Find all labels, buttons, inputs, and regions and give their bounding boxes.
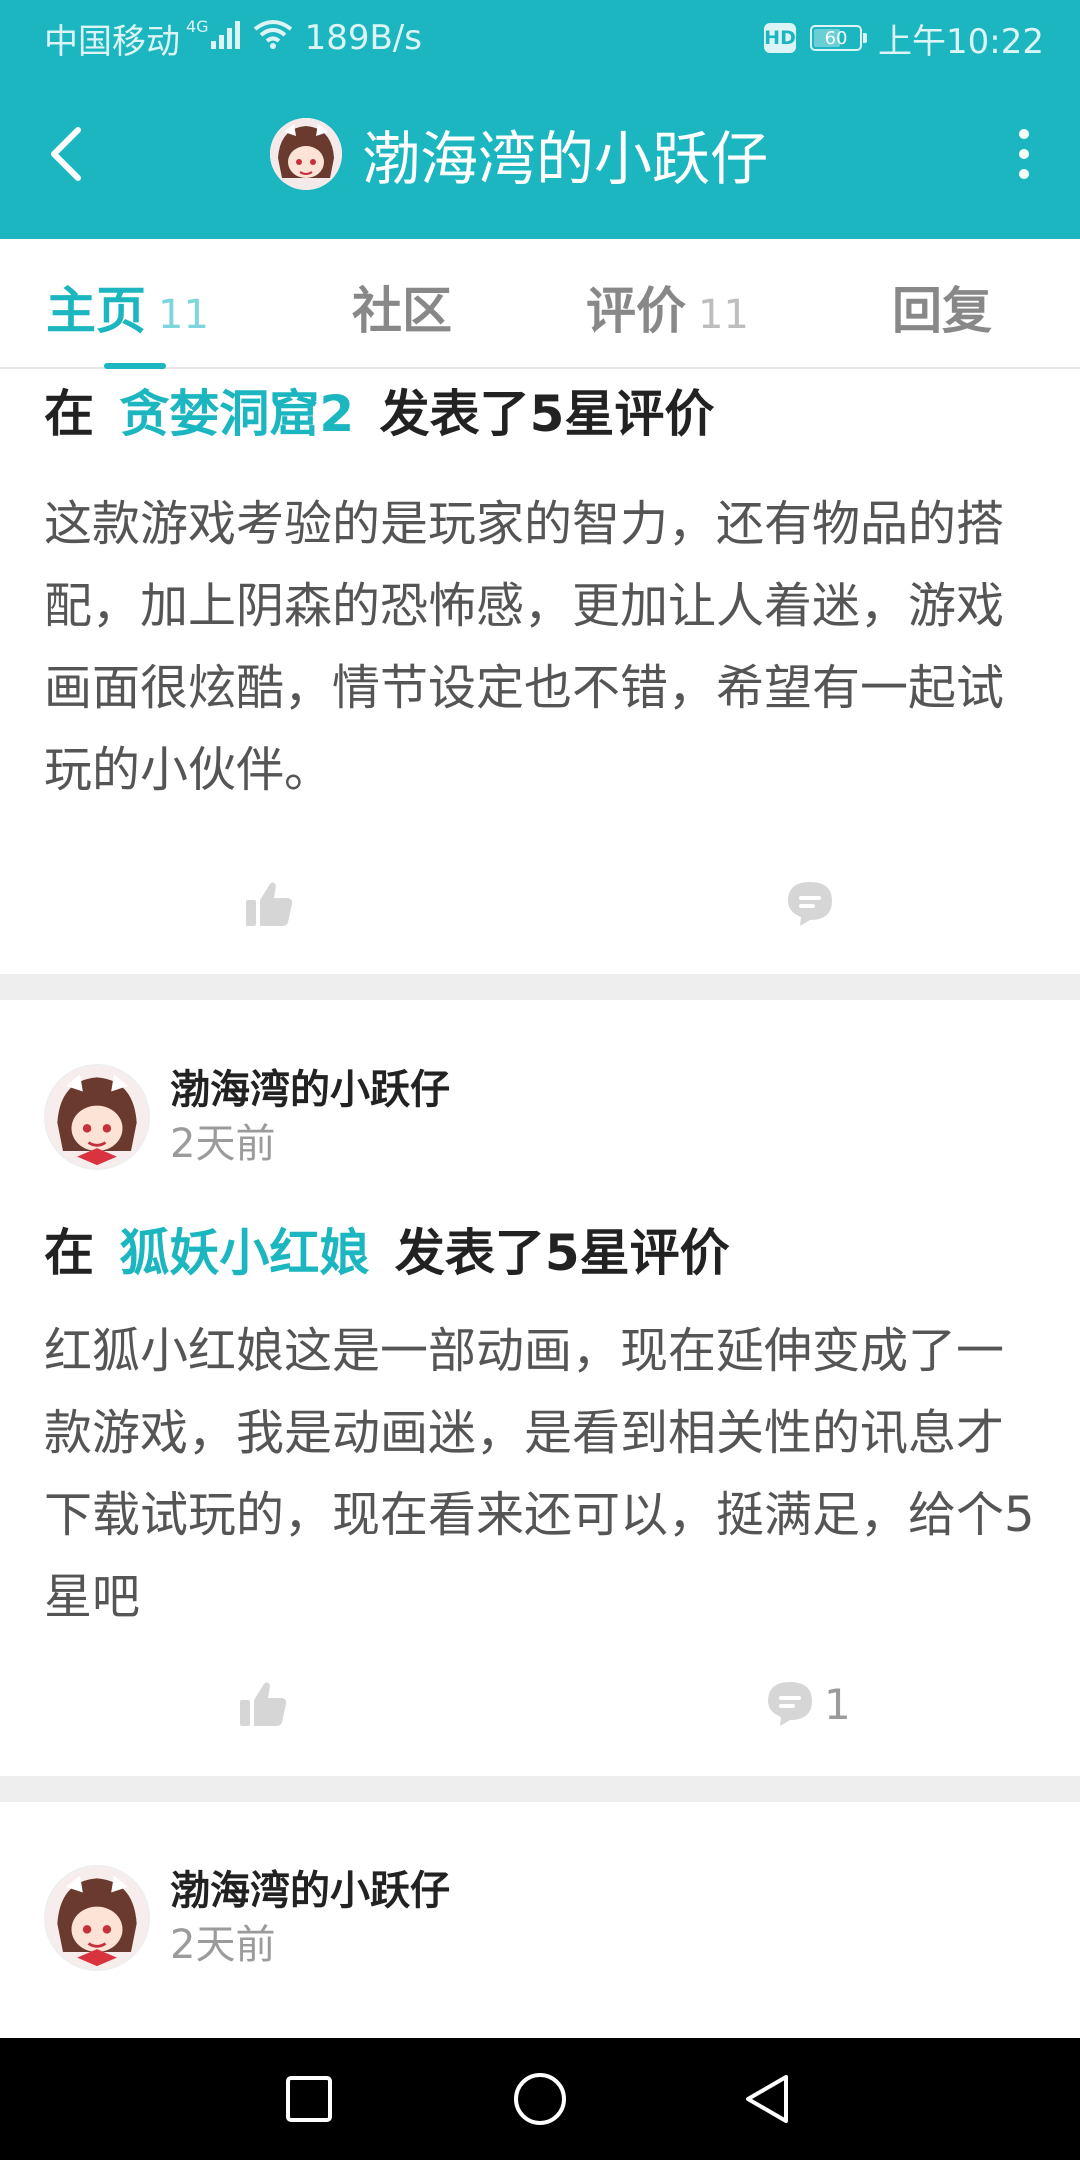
more-vertical-icon-dot <box>1019 169 1029 179</box>
tab-label: 主页 <box>46 282 146 340</box>
tab-community[interactable]: 社区 <box>352 271 452 340</box>
more-vertical-icon <box>1019 129 1029 139</box>
profile-tabs: 主页 11 社区 评价 11 回复 <box>0 239 1080 369</box>
review-card[interactable]: 渤海湾的小跃仔 2天前 在 狐妖小红娘 发表了5星评价 红狐小红娘这是一部动画，… <box>0 1000 1080 1776</box>
author-name[interactable]: 渤海湾的小跃仔 <box>170 1063 450 1117</box>
signal-icon <box>210 18 241 58</box>
game-link[interactable]: 狐妖小红娘 <box>119 1224 369 1282</box>
tab-label: 社区 <box>352 282 452 340</box>
square-recent-apps-icon <box>286 2076 332 2122</box>
review-card[interactable]: 渤海湾的小跃仔 2天前 <box>0 1802 1080 2038</box>
action-prefix: 在 <box>44 385 94 443</box>
tab-home[interactable]: 主页 11 <box>46 271 209 340</box>
review-card[interactable]: 在 贪婪洞窟2 发表了5星评价 这款游戏考验的是玩家的智力，还有物品的搭配，加上… <box>0 369 1080 974</box>
comment-bubble-icon <box>768 1682 812 1726</box>
back-arrow-icon <box>51 127 81 181</box>
clock-label: 上午10:22 <box>878 21 1044 62</box>
comment-button[interactable]: 1 <box>766 1674 851 1734</box>
post-author[interactable]: 渤海湾的小跃仔 2天前 <box>44 1063 450 1171</box>
action-prefix: 在 <box>44 1224 94 1282</box>
action-suffix: 发表了5星评价 <box>379 385 715 443</box>
comment-button[interactable] <box>786 874 844 934</box>
comment-bubble-icon <box>788 882 832 926</box>
tab-count: 11 <box>158 292 209 338</box>
app-bar: 渤海湾的小跃仔 <box>0 76 1080 239</box>
battery-icon: 60 <box>810 25 868 51</box>
thumbs-up-icon <box>240 1682 287 1726</box>
system-back-button[interactable] <box>733 2064 803 2134</box>
avatar[interactable] <box>44 1865 150 1971</box>
comment-count: 1 <box>824 1679 851 1729</box>
post-time: 2天前 <box>170 1121 276 1167</box>
post-time: 2天前 <box>170 1922 276 1968</box>
page-title: 渤海湾的小跃仔 <box>362 125 769 193</box>
triangle-back-icon <box>746 2075 788 2123</box>
screen: 中国移动 4G 189B/s HD 60 上午10:22 渤海湾的小跃仔 主页 … <box>0 0 1080 2160</box>
like-button[interactable] <box>238 1674 288 1734</box>
card-separator <box>0 974 1080 1000</box>
home-button[interactable] <box>505 2064 575 2134</box>
tab-label: 评价 <box>586 282 686 340</box>
carrier-label: 中国移动 <box>44 21 180 62</box>
system-nav-bar <box>0 2038 1080 2160</box>
tab-reviews[interactable]: 评价 11 <box>586 271 749 340</box>
author-meta: 渤海湾的小跃仔 2天前 <box>170 1864 450 1972</box>
more-vertical-icon-dot <box>1019 149 1029 159</box>
tab-replies[interactable]: 回复 <box>892 271 992 340</box>
game-link[interactable]: 贪婪洞窟2 <box>119 385 354 443</box>
author-name[interactable]: 渤海湾的小跃仔 <box>170 1864 450 1918</box>
back-button[interactable] <box>36 116 96 192</box>
recent-apps-button[interactable] <box>274 2064 344 2134</box>
status-left: 中国移动 4G 189B/s <box>44 16 422 62</box>
circle-home-icon <box>514 2073 566 2125</box>
avatar[interactable] <box>270 118 342 190</box>
thumbs-up-icon <box>246 882 293 926</box>
network-type-label: 4G <box>186 16 209 36</box>
profile-title: 渤海湾的小跃仔 <box>270 114 768 194</box>
avatar[interactable] <box>44 1064 150 1170</box>
action-suffix: 发表了5星评价 <box>394 1224 730 1282</box>
network-speed-label: 189B/s <box>304 18 422 58</box>
review-action-line: 在 狐妖小红娘 发表了5星评价 <box>44 1218 730 1288</box>
tab-count: 11 <box>698 292 749 338</box>
battery-label: 60 <box>824 27 848 49</box>
review-action-line: 在 贪婪洞窟2 发表了5星评价 <box>44 379 714 449</box>
review-text: 这款游戏考验的是玩家的智力，还有物品的搭配，加上阴森的恐怖感，更加让人着迷，游戏… <box>44 496 1005 798</box>
card-separator <box>0 1776 1080 1802</box>
hd-icon: HD <box>764 23 797 53</box>
like-button[interactable] <box>244 874 294 934</box>
tab-label: 回复 <box>892 282 992 340</box>
more-options-button[interactable] <box>1004 124 1044 184</box>
status-right: HD 60 上午10:22 <box>764 18 1044 62</box>
post-author[interactable]: 渤海湾的小跃仔 2天前 <box>44 1864 450 1972</box>
feed-list[interactable]: 在 贪婪洞窟2 发表了5星评价 这款游戏考验的是玩家的智力，还有物品的搭配，加上… <box>0 369 1080 2038</box>
review-text: 红狐小红娘这是一部动画，现在延伸变成了一款游戏，我是动画迷，是看到相关性的讯息才… <box>44 1323 1035 1625</box>
wifi-icon <box>253 18 293 58</box>
status-bar: 中国移动 4G 189B/s HD 60 上午10:22 <box>0 0 1080 76</box>
author-meta: 渤海湾的小跃仔 2天前 <box>170 1063 450 1171</box>
